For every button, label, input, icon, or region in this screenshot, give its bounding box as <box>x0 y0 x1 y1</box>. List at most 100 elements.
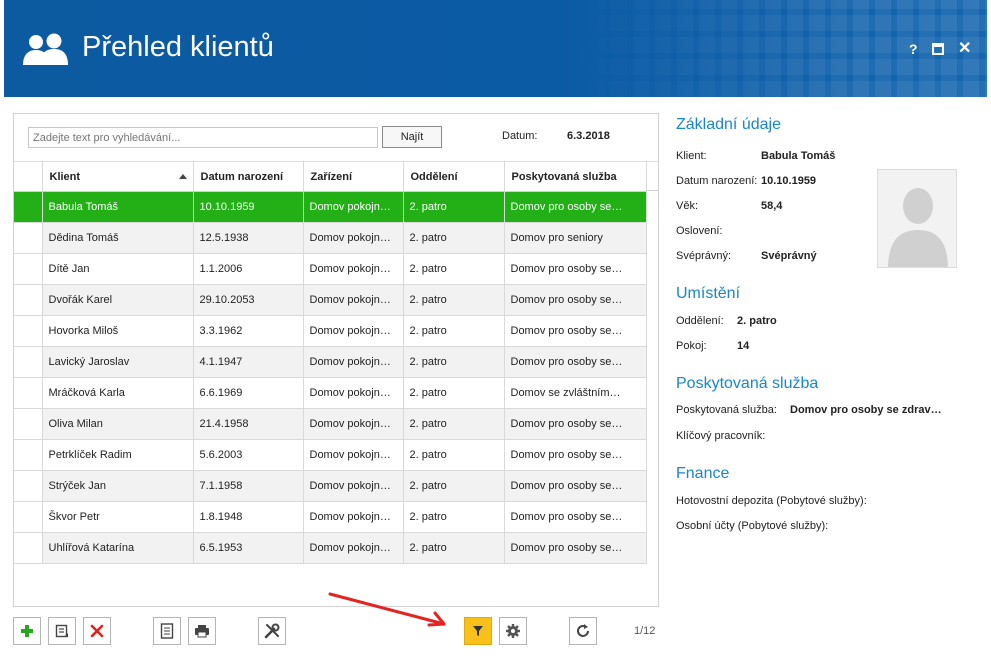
close-button[interactable]: ✕ <box>958 41 971 57</box>
delete-button[interactable] <box>83 617 111 645</box>
age-value: 58,4 <box>761 200 783 212</box>
row-indicator[interactable] <box>14 315 43 347</box>
table-row[interactable]: Petrklíček Radim 5.6.2003 Domov pokojného…… <box>14 439 647 471</box>
cell-service: Domov pro osoby se… <box>504 191 647 223</box>
row-indicator[interactable] <box>14 408 43 440</box>
column-header-klient[interactable]: Klient <box>42 161 194 192</box>
table-row[interactable]: Mráčková Karla 6.6.1969 Domov pokojného… 2.… <box>14 377 647 409</box>
room-label: Pokoj: <box>676 340 707 352</box>
cell-department: 2. patro <box>403 439 505 471</box>
table-row[interactable]: Dítě Jan 1.1.2006 Domov pokojného… 2. patro… <box>14 253 647 285</box>
cell-client: Strýček Jan <box>42 470 194 502</box>
search-button[interactable]: Najít <box>382 126 442 148</box>
filter-button[interactable] <box>464 617 492 645</box>
cell-client: Hovorka Miloš <box>42 315 194 347</box>
scrollbar-header <box>646 161 658 191</box>
section-title-service: Poskytovaná služba <box>676 375 819 392</box>
cell-facility: Domov pokojného… <box>303 532 404 564</box>
red-arrow-annotation <box>328 592 446 627</box>
cell-department: 2. patro <box>403 377 505 409</box>
table-row[interactable]: Strýček Jan 7.1.1958 Domov pokojného… 2. pa… <box>14 470 647 502</box>
cell-facility: Domov pokojného… <box>303 191 404 223</box>
row-indicator[interactable] <box>14 532 43 564</box>
cell-service: Domov pro osoby se… <box>504 470 647 502</box>
print-button[interactable] <box>188 617 216 645</box>
column-header-zarizeni[interactable]: Zařízení <box>303 161 404 192</box>
row-indicator[interactable] <box>14 346 43 378</box>
client-photo-placeholder <box>877 169 957 268</box>
cell-client: Petrklíček Radim <box>42 439 194 471</box>
cell-birth-date: 6.6.1969 <box>193 377 304 409</box>
department-value: 2. patro <box>737 315 777 327</box>
salutation-label: Oslovení: <box>676 225 723 237</box>
table-row[interactable]: Dědina Tomáš 12.5.1938 Domov pokojného… 2. … <box>14 222 647 254</box>
clients-table: Klient Datum narození Zařízení Oddělení … <box>14 161 647 564</box>
header-pattern <box>567 0 987 97</box>
cell-facility: Domov pokojného… <box>303 408 404 440</box>
row-indicator[interactable] <box>14 377 43 409</box>
table-row[interactable]: Babula Tomáš 10.10.1959 Domov pokojného… 2.… <box>14 191 647 223</box>
help-button[interactable]: ? <box>909 41 918 57</box>
refresh-button[interactable] <box>569 617 597 645</box>
search-input[interactable] <box>28 127 378 148</box>
users-icon <box>23 33 68 65</box>
cell-department: 2. patro <box>403 222 505 254</box>
tools-button[interactable] <box>258 617 286 645</box>
column-header-oddeleni[interactable]: Oddělení <box>403 161 505 192</box>
key-worker-label: Klíčový pracovník: <box>676 430 766 442</box>
settings-icon <box>506 624 520 638</box>
table-row[interactable]: Lavický Jaroslav 4.1.1947 Domov pokojného…… <box>14 346 647 378</box>
table-row[interactable]: Škvor Petr 1.8.1948 Domov pokojného… 2. pat… <box>14 501 647 533</box>
table-row[interactable]: Oliva Milan 21.4.1958 Domov pokojného… 2. p… <box>14 408 647 440</box>
row-indicator[interactable] <box>14 284 43 316</box>
cell-department: 2. patro <box>403 284 505 316</box>
row-indicator[interactable] <box>14 253 43 285</box>
table-row[interactable]: Dvořák Karel 29.10.2053 Domov pokojného… 2.… <box>14 284 647 316</box>
cell-client: Dvořák Karel <box>42 284 194 316</box>
table-header-row: Klient Datum narození Zařízení Oddělení … <box>14 161 647 192</box>
edit-icon <box>55 624 68 638</box>
cell-birth-date: 21.4.1958 <box>193 408 304 440</box>
cell-department: 2. patro <box>403 501 505 533</box>
cash-deposit-label: Hotovostní depozita (Pobytové služby): <box>676 495 867 507</box>
cell-facility: Domov pokojného… <box>303 284 404 316</box>
cell-facility: Domov pokojného… <box>303 470 404 502</box>
delete-icon <box>90 624 104 638</box>
page-title: Přehled klientů <box>82 31 274 63</box>
section-title-finance: Fnance <box>676 465 730 482</box>
cell-department: 2. patro <box>403 470 505 502</box>
cell-facility: Domov pokojného… <box>303 315 404 347</box>
cell-birth-date: 12.5.1938 <box>193 222 304 254</box>
column-header-label: Klient <box>49 170 81 183</box>
refresh-icon <box>577 624 589 637</box>
cell-service: Domov pro osoby se… <box>504 315 647 347</box>
cell-facility: Domov pokojného… <box>303 501 404 533</box>
birth-date-label: Datum narození: <box>676 175 758 187</box>
legal-capacity-value: Svéprávný <box>761 250 817 262</box>
cell-service: Domov pro osoby se… <box>504 284 647 316</box>
column-header-sluzba[interactable]: Poskytovaná služba <box>504 161 647 192</box>
cell-client: Škvor Petr <box>42 501 194 533</box>
add-button[interactable] <box>13 617 41 645</box>
row-indicator[interactable] <box>14 501 43 533</box>
cell-birth-date: 5.6.2003 <box>193 439 304 471</box>
row-indicator[interactable] <box>14 439 43 471</box>
client-grid: Najít Datum: 6.3.2018 Klient Datum naroz… <box>13 113 659 607</box>
personal-accounts-label: Osobní účty (Pobytové služby): <box>676 520 829 532</box>
column-header-datum-narozeni[interactable]: Datum narození <box>193 161 304 192</box>
cell-birth-date: 3.3.1962 <box>193 315 304 347</box>
document-icon <box>160 623 174 639</box>
row-indicator[interactable] <box>14 191 43 223</box>
report-button[interactable] <box>153 617 181 645</box>
cell-service: Domov pro osoby se… <box>504 346 647 378</box>
row-indicator[interactable] <box>14 222 43 254</box>
table-row[interactable]: Hovorka Miloš 3.3.1962 Domov pokojného… 2. … <box>14 315 647 347</box>
row-indicator[interactable] <box>14 470 43 502</box>
cell-department: 2. patro <box>403 253 505 285</box>
edit-button[interactable] <box>48 617 76 645</box>
maximize-button[interactable] <box>932 43 944 55</box>
table-row[interactable]: Uhlířová Katarína 6.5.1953 Domov pokojného… <box>14 532 647 564</box>
filter-icon <box>473 626 483 636</box>
settings-button[interactable] <box>499 617 527 645</box>
cell-service: Domov se zvláštním… <box>504 377 647 409</box>
